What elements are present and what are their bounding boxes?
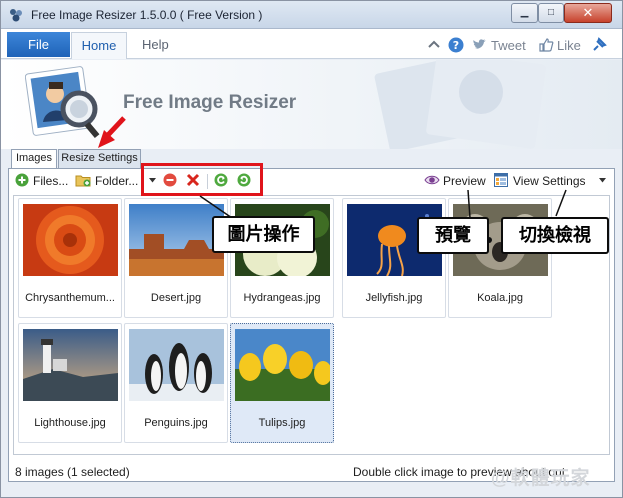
close-button[interactable]: ✕ — [564, 3, 612, 23]
image-name: Penguins.jpg — [144, 417, 208, 429]
add-folder-button[interactable]: Folder... — [95, 174, 138, 188]
site-watermark: @軟體玩家 — [491, 468, 591, 489]
app-icon — [10, 9, 22, 22]
desert-image — [129, 204, 224, 276]
tab-images[interactable]: Images — [11, 149, 57, 169]
ribbon-menu: File Home Help ? Tweet Like — [1, 29, 622, 59]
help-icon[interactable]: ? — [448, 37, 464, 53]
twitter-icon[interactable] — [471, 37, 487, 53]
image-name: Chrysanthemum... — [25, 292, 115, 304]
file-tab[interactable]: File — [7, 32, 70, 57]
preview-button[interactable]: Preview — [443, 174, 486, 188]
view-settings-dropdown-icon[interactable] — [599, 177, 606, 184]
menu-help[interactable]: Help — [142, 37, 169, 52]
penguins-image — [129, 329, 224, 401]
minimize-button[interactable]: ▁ — [511, 3, 538, 23]
image-thumbnail-selected[interactable]: Tulips.jpg — [230, 323, 334, 443]
add-files-button[interactable]: Files... — [33, 174, 68, 188]
view-settings-button[interactable]: View Settings — [513, 174, 586, 188]
image-toolbar: Files... Folder... Preview View Settings — [9, 169, 614, 193]
tweet-label[interactable]: Tweet — [491, 38, 526, 53]
add-folder-icon[interactable] — [75, 173, 91, 187]
pin-icon[interactable] — [591, 37, 607, 53]
switch-view-callout: 切換檢視 — [501, 217, 609, 254]
app-logo — [25, 66, 100, 139]
tab-resize-settings[interactable]: Resize Settings — [58, 149, 141, 168]
app-banner: Free Image Resizer — [1, 60, 622, 149]
image-thumbnail[interactable]: Koala.jpg — [448, 198, 552, 318]
window-title: Free Image Resizer 1.5.0.0 ( Free Versio… — [31, 8, 263, 22]
add-files-icon[interactable] — [15, 173, 29, 187]
collapse-ribbon-icon[interactable] — [426, 37, 442, 53]
lighthouse-image — [23, 329, 118, 401]
image-ops-callout: 圖片操作 — [212, 216, 315, 253]
image-name: Jellyfish.jpg — [365, 292, 423, 304]
image-thumbnail[interactable]: Chrysanthemum... — [18, 198, 122, 318]
image-thumbnail[interactable]: Jellyfish.jpg — [342, 198, 446, 318]
image-name: Koala.jpg — [477, 292, 523, 304]
image-ops-highlight — [141, 163, 263, 196]
panel-tabs: Images Resize Settings — [1, 149, 622, 169]
like-icon[interactable] — [538, 37, 554, 53]
image-name: Hydrangeas.jpg — [243, 292, 321, 304]
image-name: Desert.jpg — [150, 292, 202, 304]
like-label[interactable]: Like — [557, 38, 581, 53]
title-bar: Free Image Resizer 1.5.0.0 ( Free Versio… — [1, 1, 622, 29]
preview-callout: 預覽 — [417, 217, 489, 254]
image-thumbnail[interactable]: Penguins.jpg — [124, 323, 228, 443]
image-name: Lighthouse.jpg — [34, 417, 106, 429]
image-thumbnail[interactable]: Lighthouse.jpg — [18, 323, 122, 443]
preview-eye-icon[interactable] — [424, 173, 440, 187]
menu-home[interactable]: Home — [71, 32, 127, 59]
svg-text:?: ? — [453, 39, 459, 52]
view-settings-icon[interactable] — [494, 173, 508, 187]
banner-background-photos — [374, 60, 546, 149]
image-name: Tulips.jpg — [258, 417, 306, 429]
chrysanthemum-image — [23, 204, 118, 276]
tulips-image — [235, 329, 330, 401]
maximize-button[interactable]: □ — [538, 3, 564, 23]
banner-title: Free Image Resizer — [123, 92, 297, 113]
image-count-status: 8 images (1 selected) — [15, 465, 130, 479]
